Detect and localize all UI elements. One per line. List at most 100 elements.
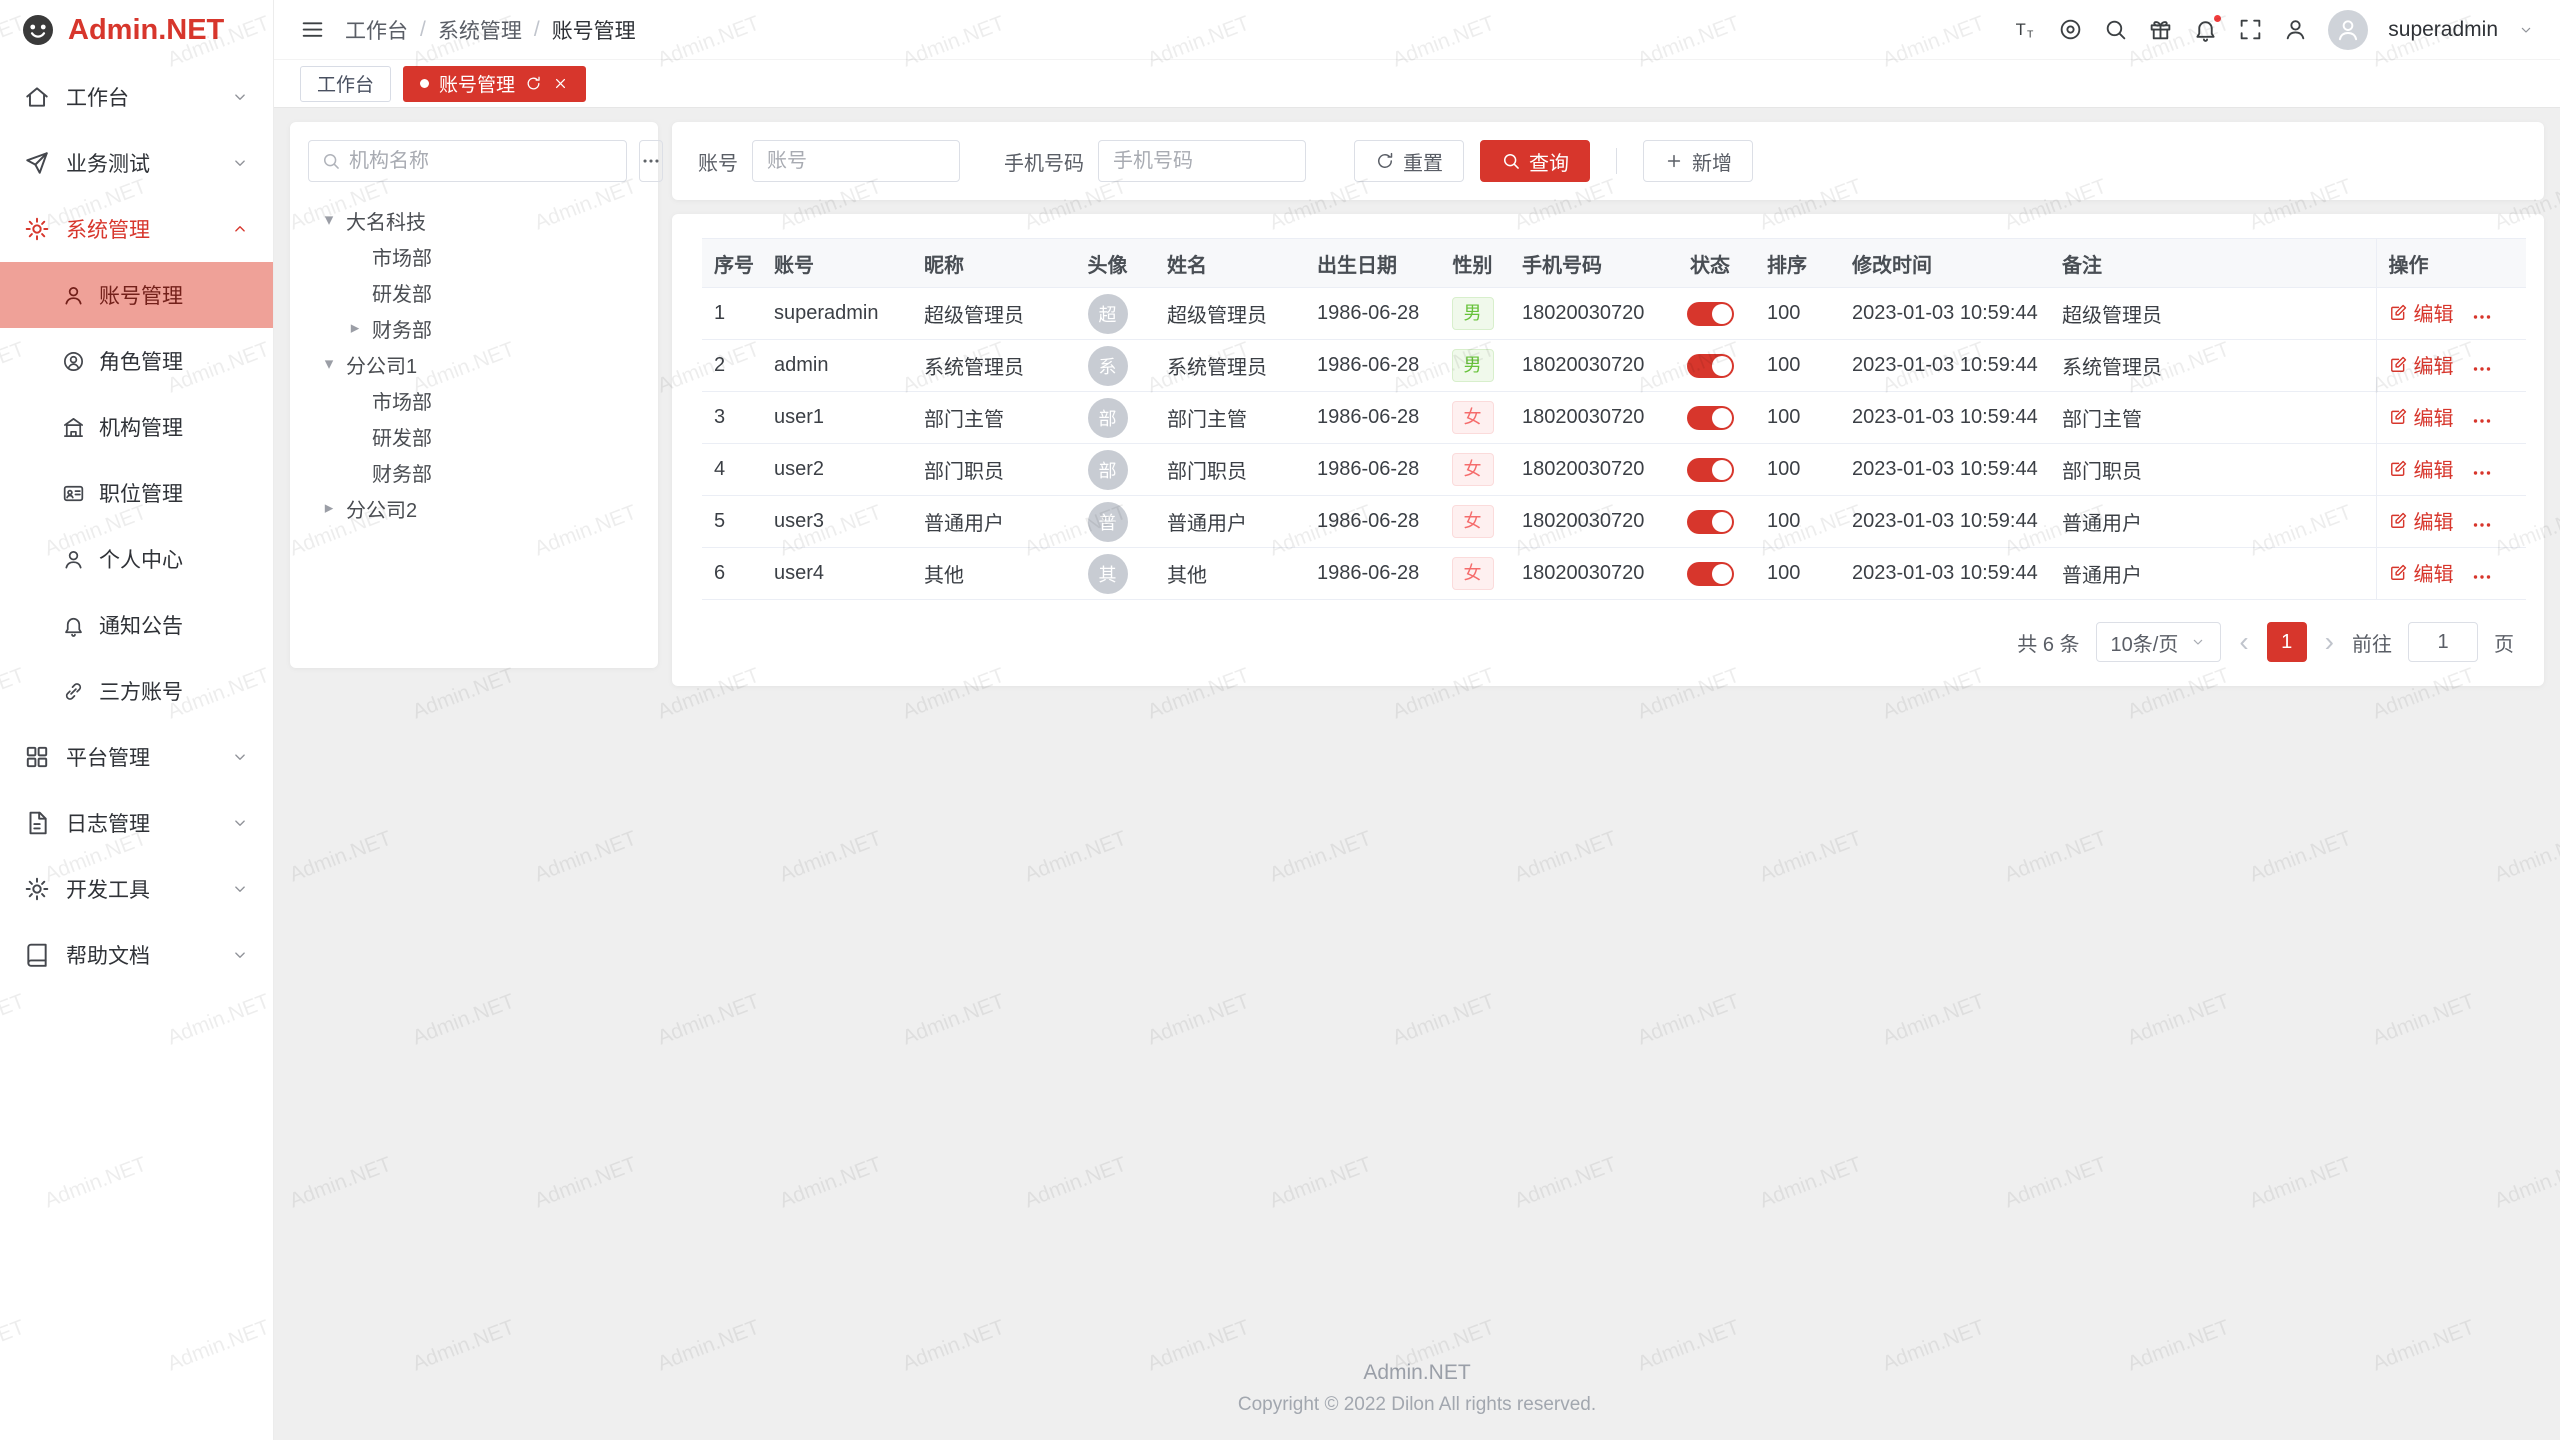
breadcrumb-item[interactable]: 系统管理	[438, 15, 522, 45]
edit-button[interactable]: 编辑	[2389, 558, 2454, 587]
sidebar-item-account-management[interactable]: 账号管理	[0, 262, 273, 328]
tree-node[interactable]: ▸ 财务部	[308, 310, 640, 346]
more-actions-icon[interactable]	[2470, 513, 2494, 537]
search-icon[interactable]	[2103, 17, 2128, 42]
avatar: 系	[1088, 346, 1128, 386]
breadcrumb-item[interactable]: 工作台	[345, 15, 408, 45]
tree-node[interactable]: ▾大名科技	[308, 202, 640, 238]
cell-name: 系统管理员	[1155, 340, 1305, 392]
edit-button[interactable]: 编辑	[2389, 454, 2454, 483]
sidebar-collapse-icon[interactable]	[300, 17, 325, 42]
username[interactable]: superadmin	[2388, 18, 2498, 42]
cell-remark: 系统管理员	[2050, 340, 2376, 392]
add-button[interactable]: 新增	[1643, 140, 1753, 182]
sidebar-item-dev-tools[interactable]: 开发工具	[0, 856, 273, 922]
refresh-icon	[1375, 151, 1395, 171]
gender-badge: 女	[1452, 505, 1494, 537]
status-toggle[interactable]	[1687, 458, 1734, 482]
cell-remark: 超级管理员	[2050, 288, 2376, 340]
tree-node[interactable]: ▾分公司1	[308, 346, 640, 382]
sidebar-item-notice[interactable]: 通知公告	[0, 592, 273, 658]
tab-workbench[interactable]: 工作台	[300, 66, 391, 102]
next-page-button[interactable]: ›	[2323, 628, 2336, 656]
table-row: 3user1部门主管部部门主管1986-06-28女18020030720100…	[702, 392, 2526, 444]
tab-close-icon[interactable]	[552, 75, 569, 92]
cell-nickname: 部门主管	[912, 392, 1060, 444]
more-actions-icon[interactable]	[2470, 357, 2494, 381]
edit-button[interactable]: 编辑	[2389, 298, 2454, 327]
tree-caret-icon[interactable]: ▸	[318, 498, 340, 518]
breadcrumb-item[interactable]: 账号管理	[552, 15, 636, 45]
tab-refresh-icon[interactable]	[525, 75, 542, 92]
page-number[interactable]: 1	[2267, 622, 2307, 662]
edit-button[interactable]: 编辑	[2389, 350, 2454, 379]
sidebar-item-system-management[interactable]: 系统管理	[0, 196, 273, 262]
status-toggle[interactable]	[1687, 302, 1734, 326]
tree-node-label: 财务部	[372, 314, 432, 343]
tree-caret-icon[interactable]: ▾	[318, 354, 340, 374]
goto-page-input[interactable]	[2408, 622, 2478, 662]
sidebar-item-log-management[interactable]: 日志管理	[0, 790, 273, 856]
account-input[interactable]	[752, 140, 960, 182]
search-button[interactable]: 查询	[1480, 140, 1590, 182]
sidebar-item-personal-center[interactable]: 个人中心	[0, 526, 273, 592]
content-area: ▾大名科技市场部研发部▸财务部▾分公司1市场部研发部财务部▸分公司2 账号 手机…	[274, 108, 2560, 1349]
tab-active-dot	[420, 79, 429, 88]
status-toggle[interactable]	[1687, 510, 1734, 534]
cell-status	[1665, 444, 1755, 496]
tree-node-label: 分公司2	[346, 494, 417, 523]
org-search-box	[308, 140, 627, 182]
cell-status	[1665, 392, 1755, 444]
status-toggle[interactable]	[1687, 354, 1734, 378]
sidebar-item-workbench[interactable]: 工作台	[0, 64, 273, 130]
component-size-icon[interactable]	[2058, 17, 2083, 42]
sidebar-item-platform-management[interactable]: 平台管理	[0, 724, 273, 790]
reset-button[interactable]: 重置	[1354, 140, 1464, 182]
tab-account-management[interactable]: 账号管理	[403, 66, 586, 102]
sidebar-item-business-test[interactable]: 业务测试	[0, 130, 273, 196]
app-title: Admin.NET	[68, 14, 224, 47]
more-actions-icon[interactable]	[2470, 461, 2494, 485]
sidebar-item-help-docs[interactable]: 帮助文档	[0, 922, 273, 988]
edit-button[interactable]: 编辑	[2389, 402, 2454, 431]
chevron-down-icon	[231, 946, 249, 964]
org-more-button[interactable]	[639, 140, 663, 182]
tree-node[interactable]: 市场部	[308, 238, 640, 274]
org-search-input[interactable]	[349, 150, 614, 173]
more-actions-icon[interactable]	[2470, 409, 2494, 433]
home-icon	[24, 84, 50, 110]
prev-page-button[interactable]: ‹	[2237, 628, 2250, 656]
tree-node[interactable]: 市场部	[308, 382, 640, 418]
tree-node[interactable]: ▸ 分公司2	[308, 490, 640, 526]
org-tree-panel: ▾大名科技市场部研发部▸财务部▾分公司1市场部研发部财务部▸分公司2	[290, 122, 658, 668]
status-toggle[interactable]	[1687, 406, 1734, 430]
fullscreen-icon[interactable]	[2238, 17, 2263, 42]
cell-status	[1665, 288, 1755, 340]
tree-node[interactable]: 研发部	[308, 418, 640, 454]
edit-button[interactable]: 编辑	[2389, 506, 2454, 535]
footer: Admin.NET Copyright © 2022 Dilon All rig…	[274, 1349, 2560, 1440]
sidebar-item-third-party-account[interactable]: 三方账号	[0, 658, 273, 724]
cell-avatar: 部	[1060, 392, 1155, 444]
sidebar-item-org-management[interactable]: 机构管理	[0, 394, 273, 460]
tree-caret-icon[interactable]: ▸	[344, 318, 366, 338]
more-actions-icon[interactable]	[2470, 305, 2494, 329]
tree-caret-icon[interactable]: ▾	[318, 210, 340, 230]
cell-status	[1665, 496, 1755, 548]
user-menu-chevron-icon[interactable]	[2518, 22, 2534, 38]
font-size-icon[interactable]: TT	[2013, 17, 2038, 42]
notification-bell-icon[interactable]	[2193, 17, 2218, 42]
tree-node[interactable]: 研发部	[308, 274, 640, 310]
sidebar-item-role-management[interactable]: 角色管理	[0, 328, 273, 394]
user-icon[interactable]	[2283, 17, 2308, 42]
cell-status	[1665, 340, 1755, 392]
cell-account: user1	[762, 392, 912, 444]
page-size-select[interactable]: 10条/页	[2096, 622, 2222, 662]
more-actions-icon[interactable]	[2470, 565, 2494, 589]
gift-icon[interactable]	[2148, 17, 2173, 42]
sidebar-item-position-management[interactable]: 职位管理	[0, 460, 273, 526]
phone-input[interactable]	[1098, 140, 1306, 182]
user-avatar[interactable]	[2328, 10, 2368, 50]
status-toggle[interactable]	[1687, 562, 1734, 586]
tree-node[interactable]: 财务部	[308, 454, 640, 490]
